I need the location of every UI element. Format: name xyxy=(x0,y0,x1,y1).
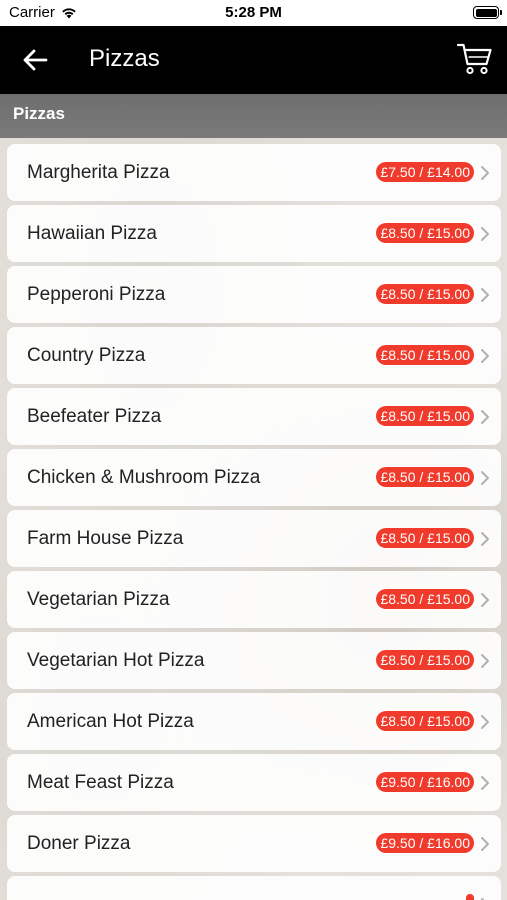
page-title: Pizzas xyxy=(89,45,160,72)
price-badge: £8.50 / £15.00 xyxy=(376,528,474,548)
menu-item-row[interactable]: Beefeater Pizza £8.50 / £15.00 xyxy=(7,388,501,445)
menu-item-list: Margherita Pizza £7.50 / £14.00 Hawaiian P… xyxy=(7,144,501,900)
menu-item-name: Pepperoni Pizza xyxy=(27,284,166,305)
battery-icon xyxy=(473,6,502,19)
status-time: 5:28 PM xyxy=(225,4,282,21)
menu-item-row[interactable]: Hawaiian Pizza £8.50 / £15.00 xyxy=(7,205,501,262)
menu-item-name: Chicken & Mushroom Pizza xyxy=(27,467,261,488)
price-badge: £8.50 / £15.00 xyxy=(376,284,474,304)
menu-item-row[interactable]: Margherita Pizza £7.50 / £14.00 xyxy=(7,144,501,201)
chevron-right-icon xyxy=(481,166,489,180)
menu-item-row[interactable]: Country Pizza £8.50 / £15.00 xyxy=(7,327,501,384)
menu-item-row[interactable]: Meat Feast Pizza £9.50 / £16.00 xyxy=(7,754,501,811)
menu-item-name: Beefeater Pizza xyxy=(27,406,162,427)
menu-item-name: Vegetarian Pizza xyxy=(27,589,170,610)
menu-item-row[interactable]: Vegetarian Pizza £8.50 / £15.00 xyxy=(7,571,501,628)
chevron-right-icon xyxy=(481,349,489,363)
menu-item-row[interactable]: Vegetarian Hot Pizza £8.50 / £15.00 xyxy=(7,632,501,689)
menu-content: Margherita Pizza £7.50 / £14.00 Hawaiian P… xyxy=(0,138,507,900)
price-badge: £8.50 / £15.00 xyxy=(376,711,474,731)
chevron-right-icon xyxy=(481,776,489,790)
price-badge: £8.50 / £15.00 xyxy=(376,406,474,426)
chevron-right-icon xyxy=(481,593,489,607)
price-badge xyxy=(466,894,474,900)
price-badge: £7.50 / £14.00 xyxy=(376,162,474,182)
menu-item-row[interactable]: American Hot Pizza £8.50 / £15.00 xyxy=(7,693,501,750)
menu-item-name: Country Pizza xyxy=(27,345,146,366)
price-badge: £8.50 / £15.00 xyxy=(376,223,474,243)
chevron-right-icon xyxy=(481,532,489,546)
status-bar: Carrier 5:28 PM xyxy=(0,0,507,26)
chevron-right-icon xyxy=(481,471,489,485)
chevron-right-icon xyxy=(481,715,489,729)
navigation-bar: Pizzas xyxy=(0,26,507,94)
arrow-left-icon[interactable] xyxy=(20,46,50,74)
chevron-right-icon xyxy=(481,410,489,424)
price-badge: £8.50 / £15.00 xyxy=(376,650,474,670)
chevron-right-icon xyxy=(481,227,489,241)
chevron-right-icon xyxy=(481,654,489,668)
menu-item-row[interactable]: Pepperoni Pizza £8.50 / £15.00 xyxy=(7,266,501,323)
shopping-cart-icon[interactable] xyxy=(457,42,493,76)
price-badge: £8.50 / £15.00 xyxy=(376,467,474,487)
menu-item-name: Doner Pizza xyxy=(27,833,131,854)
menu-item-name: Farm House Pizza xyxy=(27,528,184,549)
price-badge: £9.50 / £16.00 xyxy=(376,833,474,853)
menu-item-name: Hawaiian Pizza xyxy=(27,223,157,244)
section-header: Pizzas xyxy=(0,94,507,138)
section-title: Pizzas xyxy=(13,104,65,123)
menu-item-row[interactable]: Doner Pizza £9.50 / £16.00 xyxy=(7,815,501,872)
menu-item-name: Meat Feast Pizza xyxy=(27,772,174,793)
price-badge: £8.50 / £15.00 xyxy=(376,345,474,365)
menu-item-name: Vegetarian Hot Pizza xyxy=(27,650,205,671)
chevron-right-icon xyxy=(481,288,489,302)
chevron-right-icon xyxy=(481,837,489,851)
menu-item-name: Margherita Pizza xyxy=(27,162,170,183)
price-badge: £8.50 / £15.00 xyxy=(376,589,474,609)
menu-item-name: American Hot Pizza xyxy=(27,711,194,732)
price-badge: £9.50 / £16.00 xyxy=(376,772,474,792)
menu-item-row[interactable]: Farm House Pizza £8.50 / £15.00 xyxy=(7,510,501,567)
menu-item-row[interactable]: Chicken & Mushroom Pizza £8.50 / £15.00 xyxy=(7,449,501,506)
menu-item-row[interactable] xyxy=(7,876,501,900)
